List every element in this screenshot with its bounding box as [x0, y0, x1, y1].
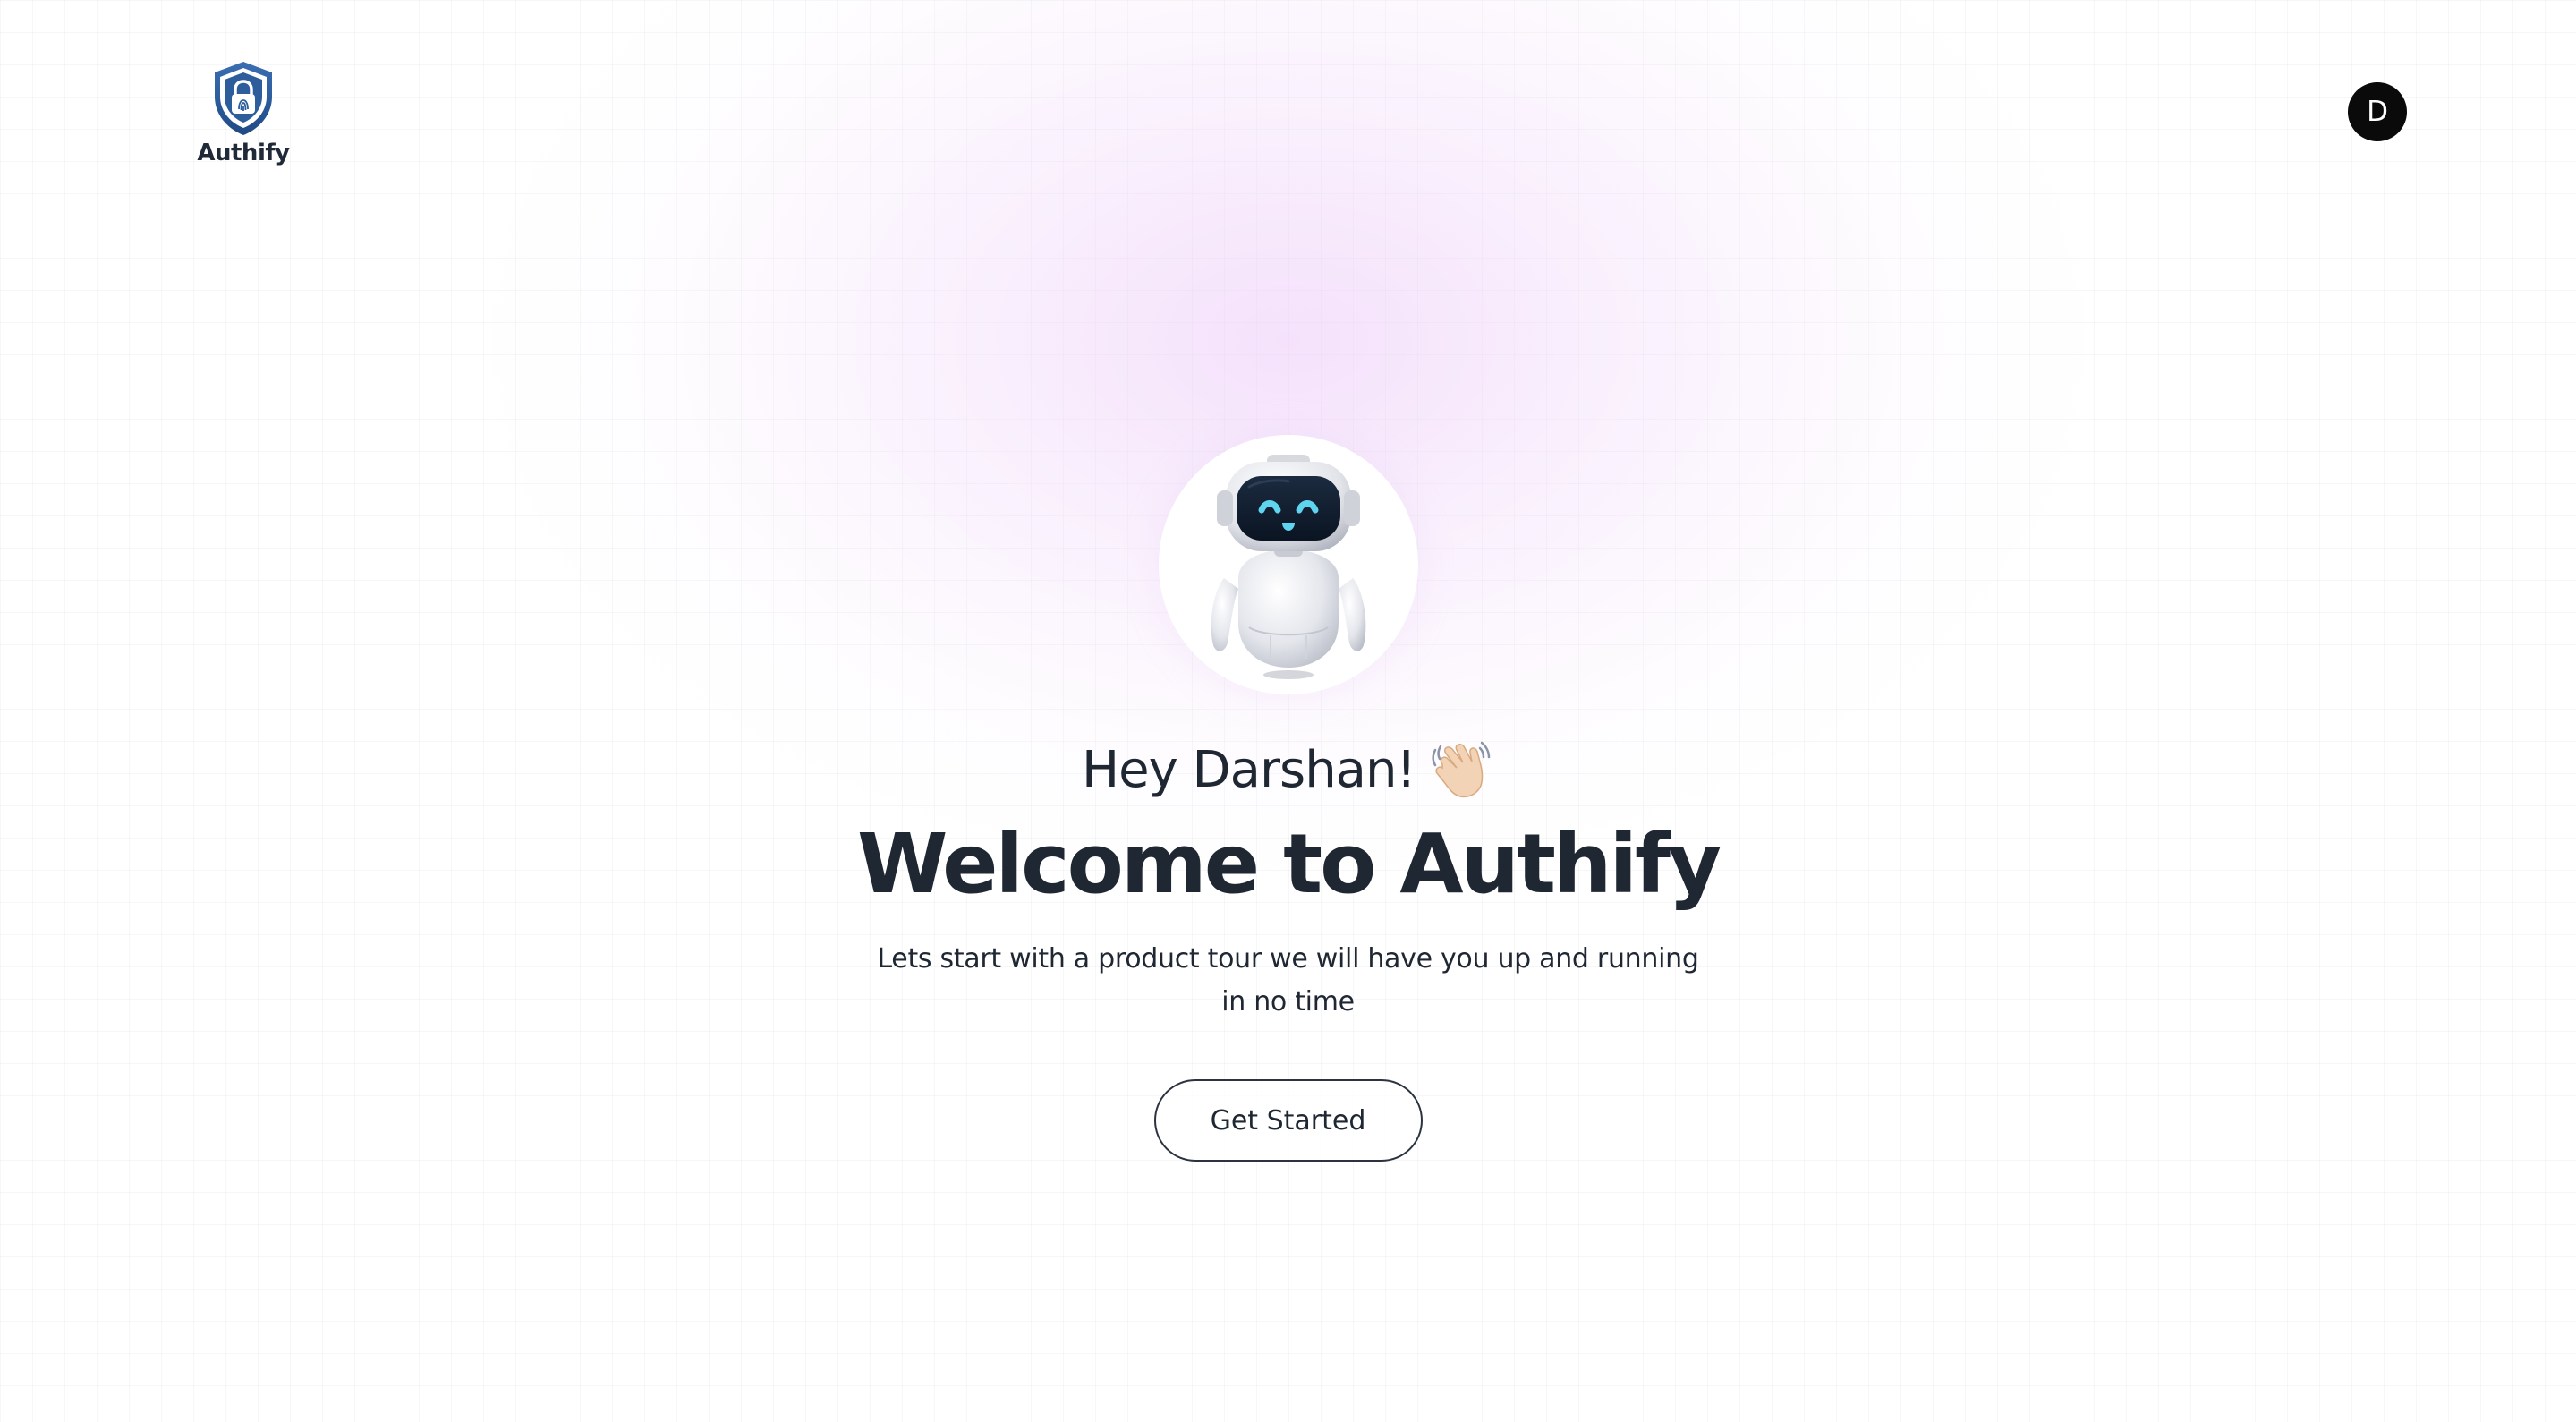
- greeting-text: Hey Darshan!: [1082, 740, 1416, 799]
- avatar-initial: D: [2367, 96, 2388, 128]
- mascot-container: [1158, 435, 1418, 694]
- user-avatar[interactable]: D: [2348, 82, 2407, 141]
- waving-hand-icon: [1432, 741, 1491, 798]
- brand-logo[interactable]: Authify: [197, 59, 290, 166]
- greeting-row: Hey Darshan!: [1082, 736, 1494, 804]
- brand-name: Authify: [197, 140, 290, 166]
- get-started-button[interactable]: Get Started: [1153, 1079, 1423, 1162]
- robot-mascot-icon: [1211, 455, 1365, 679]
- page-title: Welcome to Authify: [856, 816, 1722, 912]
- welcome-hero: Hey Darshan! Welcome to Authify Lets sta…: [0, 435, 2576, 1162]
- subtitle-text: Lets start with a product tour we will h…: [877, 943, 1699, 1018]
- shield-lock-fingerprint-icon: [215, 62, 272, 135]
